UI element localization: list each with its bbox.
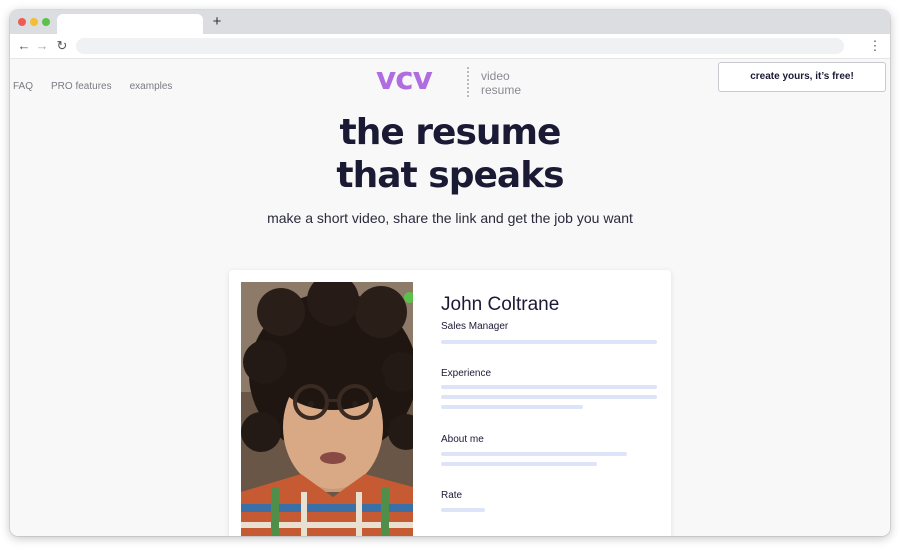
online-status-indicator bbox=[404, 292, 413, 303]
profile-role: Sales Manager bbox=[441, 321, 509, 332]
profile-video-thumbnail[interactable] bbox=[241, 282, 413, 536]
nav-link-pro-features[interactable]: PRO features bbox=[51, 81, 112, 92]
profile-name: John Coltrane bbox=[441, 294, 560, 315]
portrait-illustration bbox=[241, 282, 413, 536]
logo-divider bbox=[467, 67, 469, 97]
forward-arrow-icon[interactable]: → bbox=[35, 37, 49, 55]
tab-strip: + bbox=[10, 10, 890, 34]
logo-wordmark: video resume bbox=[481, 69, 541, 97]
page: FAQ PRO features examples vcv video resu… bbox=[10, 59, 890, 536]
logo-line-2: resume bbox=[481, 83, 522, 97]
placeholder-line bbox=[441, 395, 657, 399]
new-tab-button[interactable]: + bbox=[210, 13, 224, 31]
hero-title: the resume that speaks bbox=[10, 111, 890, 197]
logo-line-1: video bbox=[481, 69, 510, 83]
create-resume-button[interactable]: create yours, it’s free! bbox=[718, 62, 886, 92]
section-heading-experience: Experience bbox=[441, 368, 492, 379]
reload-icon[interactable]: ↻ bbox=[55, 37, 69, 55]
placeholder-line bbox=[441, 340, 657, 344]
kebab-menu-icon[interactable]: ⋮ bbox=[868, 37, 882, 55]
placeholder-line bbox=[441, 452, 627, 456]
hero-subtitle: make a short video, share the link and g… bbox=[267, 210, 633, 226]
top-nav: FAQ PRO features examples bbox=[13, 81, 172, 92]
minimize-window-button[interactable] bbox=[30, 18, 38, 26]
browser-toolbar: ← → ↻ ⋮ bbox=[10, 34, 890, 59]
close-window-button[interactable] bbox=[18, 18, 26, 26]
address-bar[interactable] bbox=[76, 38, 844, 54]
back-arrow-icon[interactable]: ← bbox=[17, 37, 31, 55]
browser-window: + ← → ↻ ⋮ FAQ PRO features examples vcv … bbox=[10, 10, 890, 536]
hero-title-line-1: the resume bbox=[339, 112, 562, 153]
profile-card: John Coltrane Sales Manager Experience A… bbox=[229, 270, 671, 536]
hero-title-line-2: that speaks bbox=[336, 155, 564, 196]
logo-mark: vcv bbox=[376, 61, 433, 97]
browser-tab[interactable] bbox=[57, 14, 203, 34]
placeholder-line bbox=[441, 405, 583, 409]
placeholder-line bbox=[441, 508, 485, 512]
maximize-window-button[interactable] bbox=[42, 18, 50, 26]
nav-link-faq[interactable]: FAQ bbox=[13, 81, 33, 92]
nav-link-examples[interactable]: examples bbox=[130, 81, 173, 92]
placeholder-line bbox=[441, 462, 597, 466]
placeholder-line bbox=[441, 385, 657, 389]
section-heading-about-me: About me bbox=[441, 434, 484, 445]
section-heading-rate: Rate bbox=[441, 490, 463, 501]
